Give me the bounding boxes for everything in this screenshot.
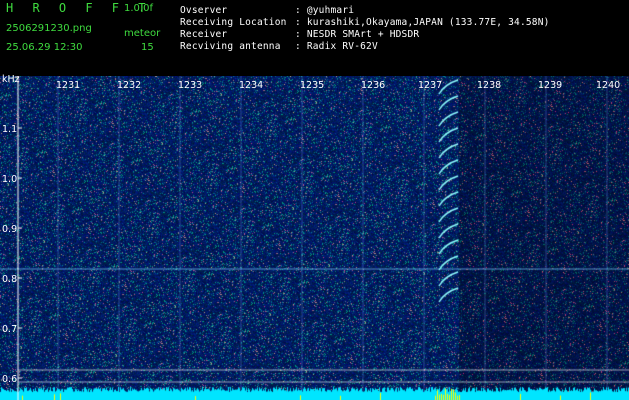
y-tick-1-1: 1.1 xyxy=(2,124,18,135)
x-tick-1236: 1236 xyxy=(361,80,386,91)
file-datetime: 25.06.29 12:30 xyxy=(6,42,83,53)
observer-label: Ovserver xyxy=(180,5,228,16)
waterfall-spectrogram xyxy=(0,76,629,400)
x-tick-1234: 1234 xyxy=(239,80,264,91)
x-tick-1239: 1239 xyxy=(538,80,563,91)
x-tick-1237: 1237 xyxy=(418,80,443,91)
x-tick-1238: 1238 xyxy=(477,80,502,91)
axis-unit-label: kHz xyxy=(2,74,20,85)
receiver-value: : NESDR SMArt + HDSDR xyxy=(295,29,420,40)
app-version: 1.0.0f xyxy=(124,3,153,14)
observer-value: : @yuhmari xyxy=(295,5,355,16)
meteor-label: meteor xyxy=(124,28,161,39)
antenna-value: : Radix RV-62V xyxy=(295,41,378,52)
antenna-label: Recviving antenna xyxy=(180,41,281,52)
x-tick-1232: 1232 xyxy=(117,80,142,91)
receiver-label: Receiver xyxy=(180,29,228,40)
x-tick-1231: 1231 xyxy=(56,80,81,91)
x-tick-1235: 1235 xyxy=(300,80,325,91)
y-tick-1-0: 1.0 xyxy=(2,174,18,185)
y-tick-0-6: 0.6 xyxy=(2,374,18,385)
x-tick-1233: 1233 xyxy=(178,80,203,91)
x-tick-1240: 1240 xyxy=(596,80,621,91)
header-panel: H R O F F T 1.0.0f 2506291230.png 25.06.… xyxy=(0,0,629,76)
location-label: Receiving Location xyxy=(180,17,287,28)
y-tick-0-7: 0.7 xyxy=(2,324,18,335)
file-name: 2506291230.png xyxy=(6,23,92,34)
y-tick-0-8: 0.8 xyxy=(2,274,18,285)
location-value: : kurashiki,Okayama,JAPAN (133.77E, 34.5… xyxy=(295,17,550,28)
meteor-count: 15 xyxy=(141,42,154,53)
y-tick-0-9: 0.9 xyxy=(2,224,18,235)
